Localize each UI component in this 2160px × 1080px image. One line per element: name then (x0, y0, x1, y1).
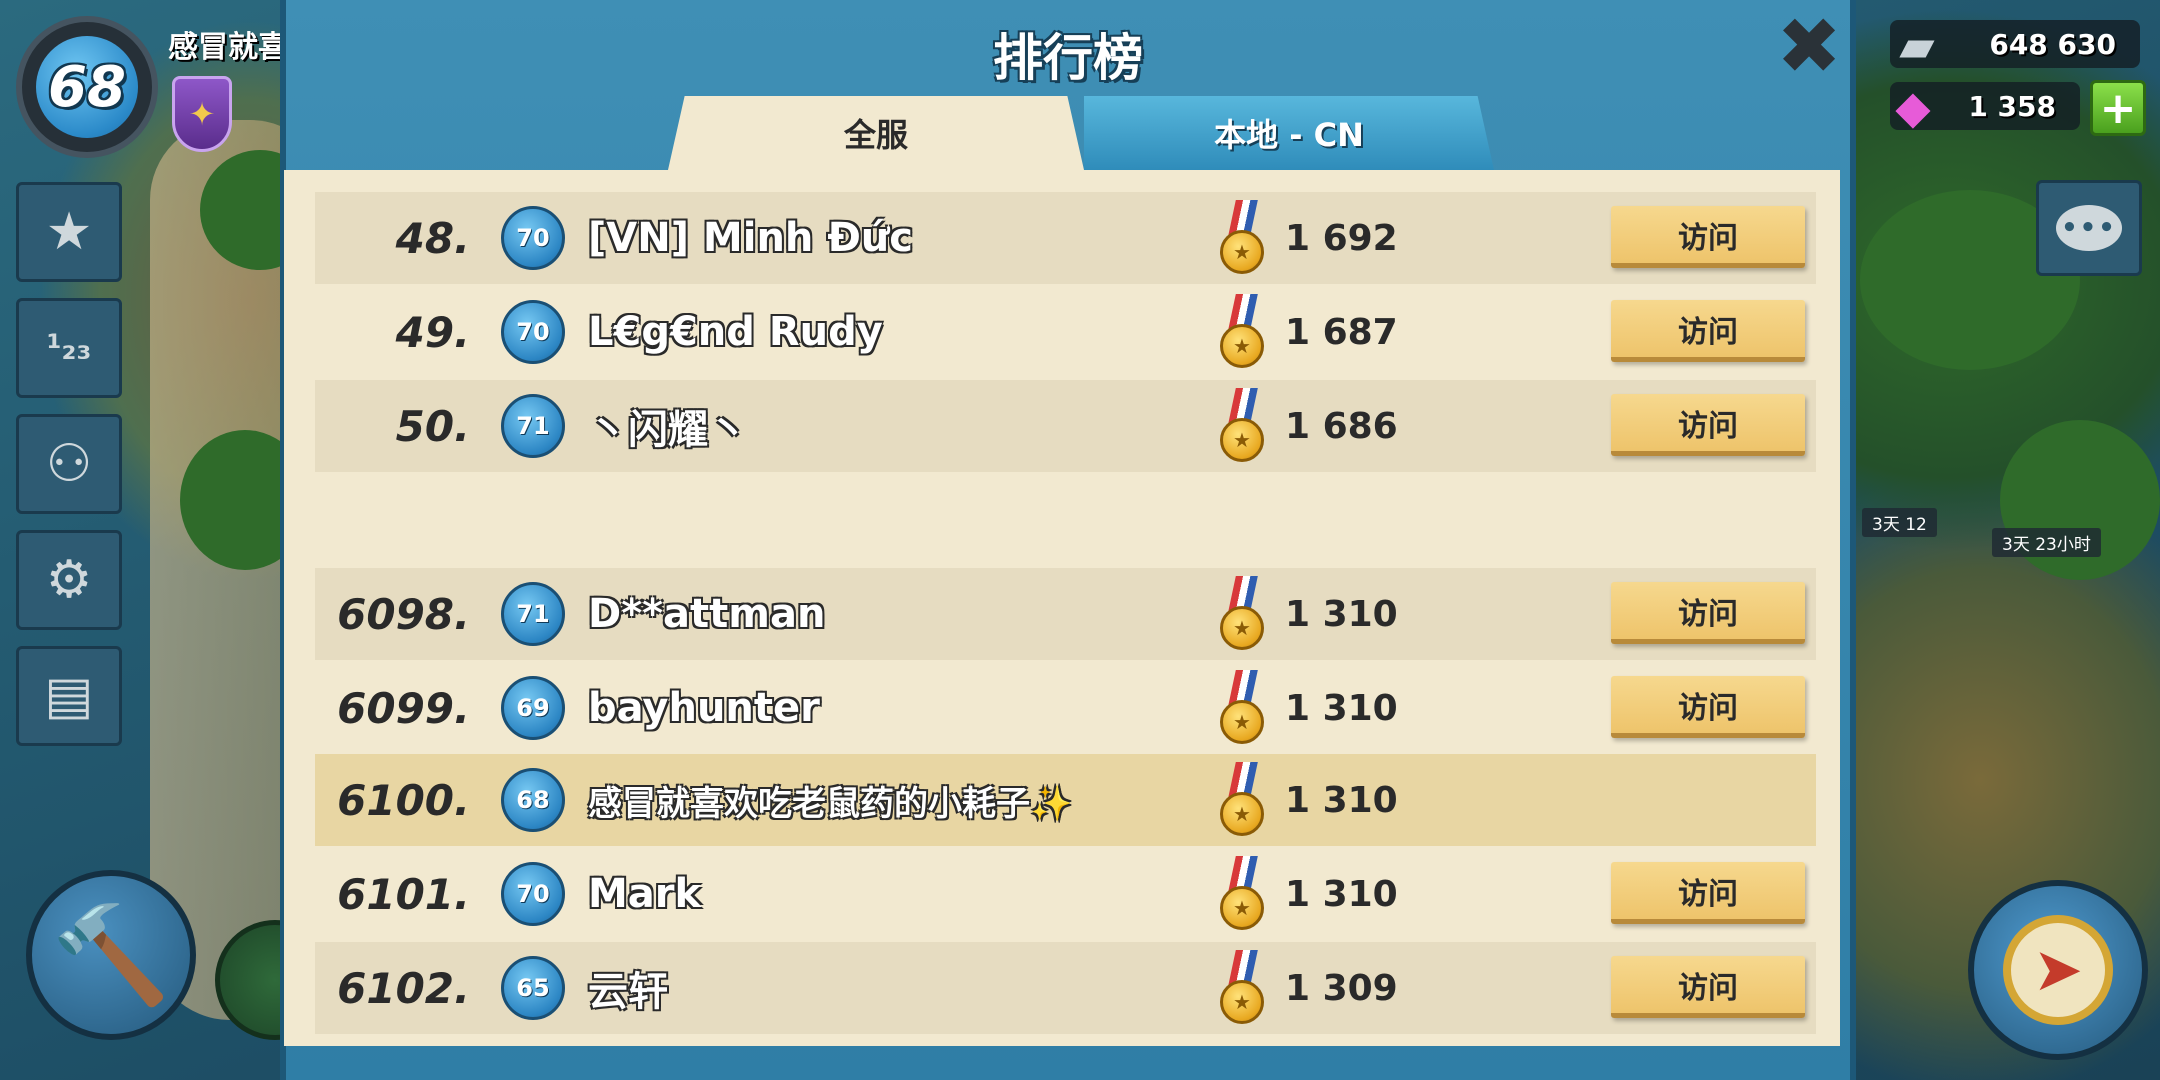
leaderboard-row: 6102. 65 云轩 ★ 1 309 访问 (315, 942, 1816, 1034)
trophy-score: 1 692 (1285, 217, 1398, 259)
gem-icon: ◆ (1895, 80, 1931, 134)
gear-icon: ⚙ (45, 550, 93, 610)
dialog-title: 排行榜 (993, 29, 1143, 87)
medal-icon: ★ (1218, 388, 1268, 464)
hammer-icon: 🔨 (51, 898, 171, 1011)
player-name: bayhunter (588, 685, 820, 731)
player-level-badge: 70 (501, 300, 565, 364)
leaderboard-row-self: 6100. 68 感冒就喜欢吃老鼠药的小耗子✨ ★ 1 310 (315, 754, 1816, 846)
rank: 6102. (337, 963, 470, 1013)
player-level-badge: 69 (501, 676, 565, 740)
player-name: 丶闪耀丶 (588, 407, 748, 453)
rank: 6101. (337, 869, 470, 919)
medal-icon: ★ (1218, 762, 1268, 838)
medal-icon: ★ (1218, 670, 1268, 746)
trophy-score: 1 310 (1285, 873, 1398, 915)
iron-icon: ▰ (1899, 18, 1935, 72)
stars-button[interactable]: ★ (16, 182, 122, 282)
medal-icon: ★ (1218, 856, 1268, 932)
leaderboard-row: 6098. 71 D**attman ★ 1 310 访问 (315, 568, 1816, 660)
player-name: [VN] Minh Đức (588, 215, 914, 261)
player-name: 感冒就喜欢吃老鼠药的小耗子✨ (588, 783, 1073, 824)
build-button[interactable]: 🔨 (26, 870, 196, 1040)
close-button[interactable]: ✖ (1774, 8, 1844, 86)
plus-icon: + (2099, 82, 2137, 134)
tab-global[interactable]: 全服 (668, 96, 1084, 170)
player-name: 云轩 (588, 969, 668, 1015)
social-button[interactable]: ⚇ (16, 414, 122, 514)
rank: 50. (395, 401, 470, 451)
trophy-score: 1 310 (1285, 687, 1398, 729)
visit-button[interactable]: 访问 (1611, 300, 1805, 362)
compass-icon: ➤ (2003, 915, 2113, 1025)
visit-button[interactable]: 访问 (1611, 956, 1805, 1018)
visit-button[interactable]: 访问 (1611, 676, 1805, 738)
player-level-badge: 70 (501, 206, 565, 270)
trophy-score: 1 686 (1285, 405, 1398, 447)
medal-icon: ★ (1218, 294, 1268, 370)
visit-button[interactable]: 访问 (1611, 394, 1805, 456)
player-name: D**attman (588, 591, 826, 637)
chat-button[interactable]: ••• (2036, 180, 2142, 276)
leaderboard-row: 6101. 70 Mark ★ 1 310 访问 (315, 848, 1816, 940)
medal-icon: ★ (1218, 950, 1268, 1026)
leaderboard-row: 48. 70 [VN] Minh Đức ★ 1 692 访问 (315, 192, 1816, 284)
newspaper-icon: ▤ (44, 666, 94, 726)
leaderboard-row: 6099. 69 bayhunter ★ 1 310 访问 (315, 662, 1816, 754)
rank: 6099. (337, 683, 470, 733)
medal-icon: ★ (1218, 200, 1268, 276)
player-level-badge: 71 (501, 582, 565, 646)
player-level-badge: 71 (501, 394, 565, 458)
settings-button[interactable]: ⚙ (16, 530, 122, 630)
leaderboard-row: 50. 71 丶闪耀丶 ★ 1 686 访问 (315, 380, 1816, 472)
player-level-badge: 70 (501, 862, 565, 926)
stars-icon: ★ (45, 202, 93, 262)
podium-icon: ¹₂₃ (46, 328, 92, 368)
visit-button[interactable]: 访问 (1611, 206, 1805, 268)
buy-gems-button[interactable]: + (2090, 80, 2146, 136)
timer-label: 3天 12 (1862, 508, 1937, 537)
news-button[interactable]: ▤ (16, 646, 122, 746)
chat-icon: ••• (2056, 205, 2122, 251)
player-level-badge[interactable]: 68 (16, 16, 158, 158)
visit-button[interactable]: 访问 (1611, 862, 1805, 924)
trophy-score: 1 687 (1285, 311, 1398, 353)
rank: 49. (395, 307, 470, 357)
timer-label: 3天 23小时 (1992, 528, 2101, 557)
leaderboard-row: 49. 70 L€g€nd Rudy ★ 1 687 访问 (315, 286, 1816, 378)
trophy-score: 1 309 (1285, 967, 1398, 1009)
close-icon: ✖ (1776, 2, 1842, 92)
tab-local[interactable]: 本地 - CN (1084, 96, 1494, 170)
iron-amount: 648 630 (1989, 27, 2116, 61)
trophy-score: 1 310 (1285, 593, 1398, 635)
gem-amount: 1 358 (1968, 89, 2056, 123)
trophy-score: 1 310 (1285, 779, 1398, 821)
visit-button[interactable]: 访问 (1611, 582, 1805, 644)
player-name: L€g€nd Rudy (588, 309, 883, 355)
map-button[interactable]: ➤ (1968, 880, 2148, 1060)
medal-icon: ★ (1218, 576, 1268, 652)
player-name[interactable]: 感冒就喜 (168, 22, 288, 66)
rank: 6098. (337, 589, 470, 639)
leaderboard-button[interactable]: ¹₂₃ (16, 298, 122, 398)
rank: 6100. (337, 775, 470, 825)
people-icon: ⚇ (45, 434, 93, 494)
player-level-badge: 65 (501, 956, 565, 1020)
rank: 48. (395, 213, 470, 263)
player-level-badge: 68 (501, 768, 565, 832)
player-name: Mark (588, 871, 702, 917)
clan-badge-icon[interactable]: ✦ (172, 76, 232, 152)
player-level: 68 (48, 54, 126, 120)
level-orb: 68 (36, 36, 138, 138)
